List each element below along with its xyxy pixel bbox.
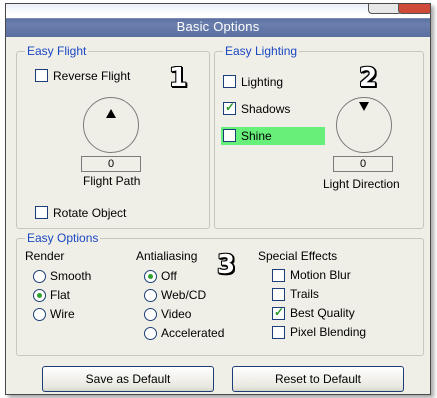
radio-selected-dot: [37, 293, 42, 298]
down-arrow-icon: [359, 102, 369, 111]
motion-blur-checkbox[interactable]: [272, 269, 285, 282]
best-quality-label[interactable]: Best Quality: [290, 306, 355, 320]
motion-blur-label[interactable]: Motion Blur: [290, 268, 351, 282]
lighting-label[interactable]: Lighting: [241, 75, 283, 89]
up-arrow-icon: [106, 109, 116, 118]
checkmark-icon: ✓: [225, 100, 236, 114]
aa-webcd-radio[interactable]: [144, 289, 157, 302]
render-flat-label[interactable]: Flat: [50, 288, 70, 302]
pixel-blending-label[interactable]: Pixel Blending: [290, 325, 366, 339]
flight-path-label: Flight Path: [83, 174, 141, 188]
easy-options-legend: Easy Options: [25, 231, 101, 245]
light-direction-label: Light Direction: [323, 177, 400, 191]
best-quality-checkbox[interactable]: ✓: [272, 305, 285, 320]
checkmark-icon: ✓: [274, 305, 285, 319]
save-as-default-button[interactable]: Save as Default: [42, 366, 214, 392]
easy-lighting-group: Easy Lighting Lighting 2 ✓ Shadows Shine…: [214, 44, 424, 229]
marker-number-3: 3: [217, 250, 236, 280]
flight-path-dial[interactable]: [83, 97, 139, 153]
shine-checkbox[interactable]: [223, 129, 236, 142]
light-direction-dial[interactable]: [336, 97, 392, 153]
render-smooth-label[interactable]: Smooth: [50, 269, 91, 283]
aa-accelerated-label[interactable]: Accelerated: [161, 326, 224, 340]
reset-to-default-button[interactable]: Reset to Default: [232, 366, 404, 392]
reverse-flight-label[interactable]: Reverse Flight: [53, 69, 130, 83]
trails-checkbox[interactable]: [272, 288, 285, 301]
render-flat-radio[interactable]: [33, 289, 46, 302]
shine-label[interactable]: Shine: [241, 129, 272, 143]
aa-off-label[interactable]: Off: [161, 269, 177, 283]
special-effects-heading: Special Effects: [258, 249, 338, 263]
render-heading: Render: [25, 249, 65, 263]
aa-video-label[interactable]: Video: [161, 307, 191, 321]
easy-options-group: Easy Options Render Smooth Flat Wire Ant…: [16, 231, 424, 356]
basic-options-window: Basic Options Easy Flight Reverse Flight…: [5, 3, 431, 395]
render-wire-label[interactable]: Wire: [50, 307, 75, 321]
close-button[interactable]: [398, 4, 430, 14]
light-direction-value: 0: [333, 156, 393, 172]
marker-number-1: 1: [169, 63, 188, 93]
minimize-button[interactable]: [368, 4, 402, 14]
trails-label[interactable]: Trails: [290, 287, 319, 301]
lighting-checkbox[interactable]: [223, 75, 236, 88]
antialiasing-heading: Antialiasing: [136, 249, 198, 263]
shadows-checkbox[interactable]: ✓: [223, 100, 236, 115]
easy-lighting-legend: Easy Lighting: [223, 44, 300, 58]
radio-selected-dot: [148, 274, 153, 279]
aa-video-radio[interactable]: [144, 308, 157, 321]
easy-flight-group: Easy Flight Reverse Flight 1 0 Flight Pa…: [16, 44, 210, 229]
reverse-flight-checkbox[interactable]: [35, 69, 48, 82]
title-bar[interactable]: Basic Options: [6, 4, 430, 37]
aa-accelerated-radio[interactable]: [144, 327, 157, 340]
pixel-blending-checkbox[interactable]: [272, 326, 285, 339]
shine-highlight[interactable]: [221, 127, 325, 145]
rotate-object-label[interactable]: Rotate Object: [53, 206, 126, 220]
render-smooth-radio[interactable]: [33, 270, 46, 283]
window-title: Basic Options: [176, 19, 260, 34]
rotate-object-checkbox[interactable]: [35, 206, 48, 219]
aa-webcd-label[interactable]: Web/CD: [161, 288, 206, 302]
render-wire-radio[interactable]: [33, 308, 46, 321]
easy-flight-legend: Easy Flight: [25, 44, 89, 58]
marker-number-2: 2: [359, 63, 378, 93]
aa-off-radio[interactable]: [144, 270, 157, 283]
shadows-label[interactable]: Shadows: [241, 102, 290, 116]
flight-path-value: 0: [81, 156, 141, 172]
